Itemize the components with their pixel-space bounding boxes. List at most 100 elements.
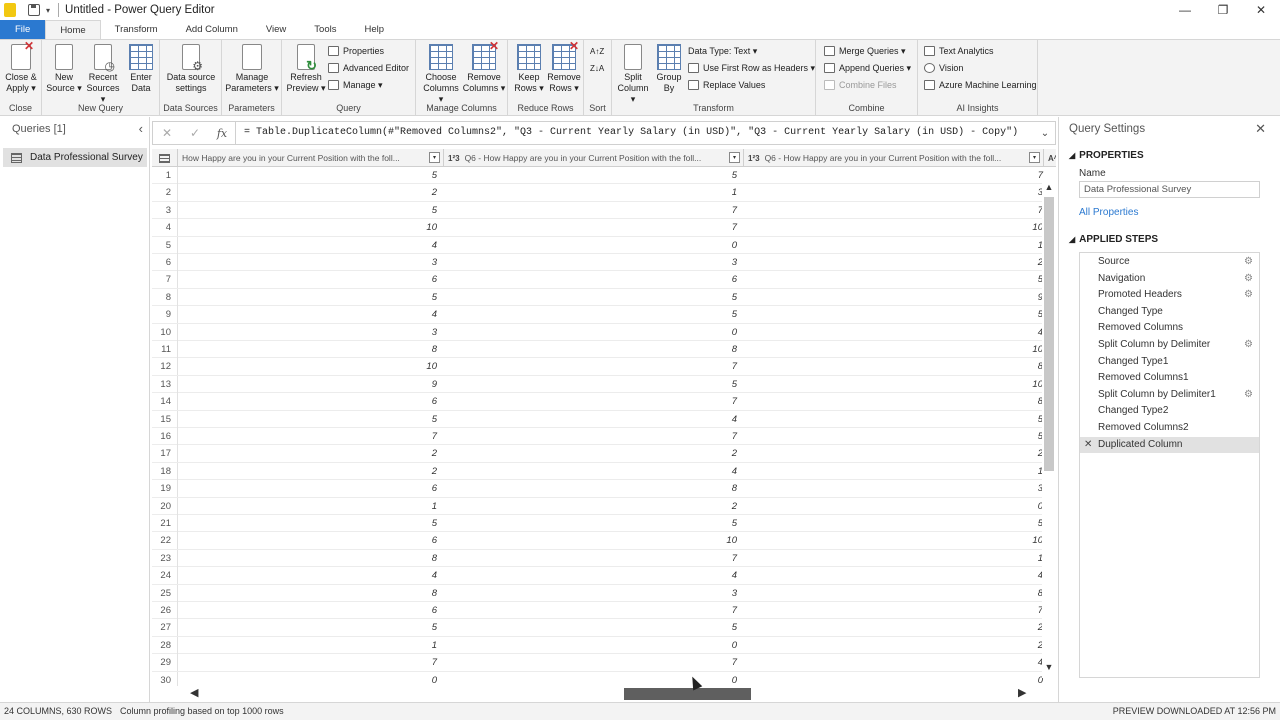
row-number[interactable]: 13 xyxy=(152,375,178,393)
table-cell[interactable]: 8 xyxy=(444,341,744,358)
table-cell[interactable]: 2 xyxy=(444,445,744,462)
table-cell[interactable]: 7 xyxy=(178,654,444,671)
row-number[interactable]: 20 xyxy=(152,497,178,515)
tab-tools[interactable]: Tools xyxy=(300,20,350,39)
table-cell[interactable]: 5 xyxy=(444,515,744,532)
row-number[interactable]: 24 xyxy=(152,567,178,585)
table-cell[interactable]: 0 xyxy=(744,498,1050,515)
table-cell[interactable]: 0 xyxy=(444,237,744,254)
table-cell[interactable]: 5 xyxy=(178,167,444,184)
table-row[interactable]: 9455 xyxy=(152,306,1056,324)
table-cell[interactable]: 7 xyxy=(444,202,744,219)
row-number[interactable]: 6 xyxy=(152,254,178,271)
table-cell[interactable]: 10 xyxy=(444,532,744,549)
row-number[interactable]: 8 xyxy=(152,288,178,306)
table-cell[interactable]: 3 xyxy=(744,184,1050,201)
table-row[interactable]: 28 1 0 2 xyxy=(152,636,1056,655)
data-source-settings-button[interactable]: Data source settings xyxy=(164,44,218,94)
table-row[interactable]: 20 1 2 0 xyxy=(152,497,1056,515)
close-settings-icon[interactable]: ✕ xyxy=(1255,121,1266,137)
table-cell[interactable]: 1 xyxy=(744,237,1050,254)
table-cell[interactable]: 5 xyxy=(444,167,744,184)
table-cell[interactable]: 5 xyxy=(178,515,444,532)
table-menu-icon[interactable] xyxy=(152,149,178,167)
applied-step[interactable]: Changed Type1 xyxy=(1080,354,1259,371)
table-row[interactable]: 15 5 4 5 xyxy=(152,410,1056,428)
query-item-data-professional-survey[interactable]: Data Professional Survey xyxy=(3,148,147,167)
table-row[interactable]: 2213 xyxy=(152,184,1056,202)
step-settings-gear-icon[interactable]: ⚙ xyxy=(1244,254,1253,271)
table-cell[interactable]: 2 xyxy=(178,184,444,201)
table-cell[interactable]: 7 xyxy=(444,393,744,410)
table-cell[interactable]: 10 xyxy=(178,219,444,236)
table-cell[interactable]: 10 xyxy=(744,376,1050,393)
table-cell[interactable]: 0 xyxy=(444,324,744,341)
table-row[interactable]: 11 8 8 10 xyxy=(152,341,1056,359)
table-cell[interactable]: 5 xyxy=(444,376,744,393)
vision-button[interactable]: Vision xyxy=(924,61,963,75)
table-cell[interactable]: 3 xyxy=(744,480,1050,497)
row-number[interactable]: 4 xyxy=(152,219,178,237)
table-row[interactable]: 25 8 3 8 xyxy=(152,584,1056,602)
row-number[interactable]: 27 xyxy=(152,619,178,637)
table-cell[interactable]: 4 xyxy=(178,567,444,584)
data-type-dropdown[interactable]: Data Type: Text ▾ xyxy=(688,44,757,58)
table-cell[interactable]: 1 xyxy=(444,184,744,201)
row-number[interactable]: 1 xyxy=(152,167,178,184)
table-cell[interactable]: 2 xyxy=(178,445,444,462)
azure-ml-button[interactable]: Azure Machine Learning xyxy=(924,78,1037,92)
table-cell[interactable]: 7 xyxy=(178,428,444,445)
applied-step[interactable]: Promoted Headers ⚙ xyxy=(1080,287,1259,304)
remove-columns-button[interactable]: Remove Columns ▾ xyxy=(462,41,506,94)
table-cell[interactable]: 6 xyxy=(178,271,444,288)
row-number[interactable]: 29 xyxy=(152,654,178,672)
table-cell[interactable]: 5 xyxy=(744,428,1050,445)
vertical-scroll-thumb[interactable] xyxy=(1044,197,1054,471)
table-cell[interactable]: 7 xyxy=(744,167,1050,184)
table-cell[interactable]: 4 xyxy=(444,463,744,480)
tab-view[interactable]: View xyxy=(252,20,300,39)
split-column-button[interactable]: Split Column ▾ xyxy=(614,44,652,105)
table-cell[interactable]: 2 xyxy=(444,498,744,515)
keep-rows-button[interactable]: Keep Rows ▾ xyxy=(512,44,546,94)
row-number[interactable]: 23 xyxy=(152,549,178,567)
manage-button[interactable]: Manage ▾ xyxy=(328,78,383,92)
table-cell[interactable]: 1 xyxy=(744,550,1050,567)
row-number[interactable]: 28 xyxy=(152,636,178,654)
table-row[interactable]: 5401 xyxy=(152,236,1056,254)
cancel-formula-icon[interactable]: ✕ xyxy=(153,126,181,140)
table-cell[interactable]: 9 xyxy=(178,376,444,393)
restore-button[interactable]: ❐ xyxy=(1204,0,1242,20)
table-cell[interactable]: 5 xyxy=(178,619,444,636)
refresh-preview-button[interactable]: Refresh Preview ▾ xyxy=(286,44,326,94)
filter-dropdown-icon[interactable]: ▾ xyxy=(429,152,440,163)
horizontal-scroll-thumb[interactable] xyxy=(624,688,751,700)
table-cell[interactable]: 3 xyxy=(178,324,444,341)
table-cell[interactable]: 10 xyxy=(744,219,1050,236)
row-number[interactable]: 2 xyxy=(152,184,178,202)
replace-values-button[interactable]: Replace Values xyxy=(688,78,765,92)
row-number[interactable]: 9 xyxy=(152,306,178,324)
properties-section[interactable]: ◢ PROPERTIES xyxy=(1069,150,1144,161)
row-number[interactable]: 16 xyxy=(152,428,178,445)
table-cell[interactable]: 8 xyxy=(178,550,444,567)
delete-step-icon[interactable]: ✕ xyxy=(1084,437,1092,454)
table-cell[interactable]: 8 xyxy=(444,480,744,497)
table-cell[interactable]: 7 xyxy=(444,428,744,445)
table-cell[interactable]: 5 xyxy=(444,289,744,306)
table-row[interactable]: 23 8 7 1 xyxy=(152,549,1056,568)
row-number[interactable]: 30 xyxy=(152,671,178,686)
table-cell[interactable]: 4 xyxy=(444,567,744,584)
table-row[interactable]: 16 7 7 5 xyxy=(152,428,1056,446)
table-cell[interactable]: 5 xyxy=(744,411,1050,428)
whole-number-type-icon[interactable]: 1²3 xyxy=(748,154,760,163)
commit-formula-icon[interactable]: ✓ xyxy=(181,126,209,140)
row-number[interactable]: 5 xyxy=(152,236,178,254)
remove-rows-button[interactable]: Remove Rows ▾ xyxy=(546,41,582,94)
sort-descending-button[interactable]: Z↓A xyxy=(590,61,604,75)
table-cell[interactable]: 7 xyxy=(744,202,1050,219)
scroll-up-icon[interactable]: ▲ xyxy=(1042,182,1056,192)
table-cell[interactable]: 5 xyxy=(178,289,444,306)
applied-step[interactable]: Navigation ⚙ xyxy=(1080,271,1259,288)
table-row[interactable]: 29 7 7 4 xyxy=(152,654,1056,672)
